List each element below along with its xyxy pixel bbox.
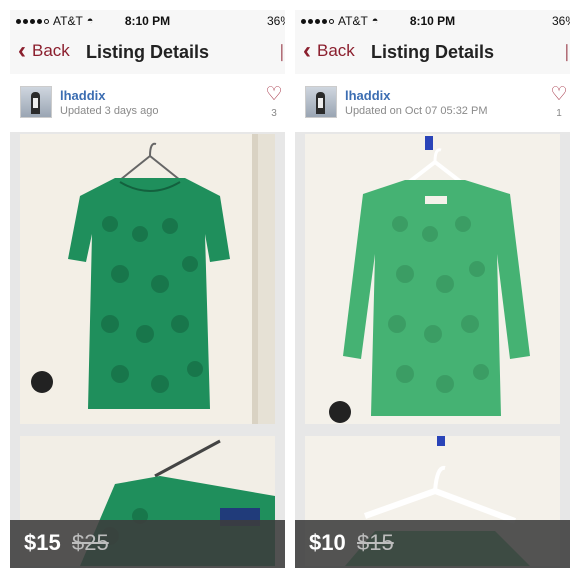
seller-username[interactable]: lhaddix [60, 88, 106, 103]
current-price: $10 [309, 530, 346, 555]
navigation-bar: ‹ Back Listing Details │ [295, 32, 570, 75]
seller-row[interactable]: lhaddix Updated 3 days ago ♡ 3 [10, 74, 285, 132]
nav-action-partial[interactable]: │ [278, 44, 285, 60]
battery-label: 36% [266, 14, 285, 28]
heart-icon: ♡ [265, 84, 283, 105]
listing-photo-main[interactable] [20, 134, 275, 424]
updated-timestamp: Updated on Oct 07 05:32 PM [345, 105, 488, 117]
heart-icon: ♡ [550, 84, 568, 105]
avatar[interactable] [20, 86, 52, 118]
like-button[interactable]: ♡ 1 [548, 84, 570, 119]
updated-timestamp: Updated 3 days ago [60, 105, 159, 117]
navigation-bar: ‹ Back Listing Details │ [10, 32, 285, 75]
page-title: Listing Details [85, 42, 210, 62]
original-price: $15 [357, 530, 394, 555]
original-price: $25 [72, 530, 109, 555]
battery-label: 36% [551, 14, 570, 28]
status-time: 8:10 PM [124, 14, 171, 28]
photo-gallery[interactable]: $15 $25 [10, 132, 285, 568]
status-bar: AT&T ◓ 8:10 PM 36% [10, 10, 285, 32]
seller-row[interactable]: lhaddix Updated on Oct 07 05:32 PM ♡ 1 [295, 74, 570, 132]
price-bar: $10 $15 [295, 520, 570, 568]
seller-username[interactable]: lhaddix [345, 88, 391, 103]
like-count: 3 [271, 108, 277, 119]
status-bar: AT&T ◓ 8:10 PM 36% [295, 10, 570, 32]
listing-photo-main[interactable] [305, 134, 560, 424]
nav-action-partial[interactable]: │ [563, 44, 570, 60]
like-button[interactable]: ♡ 3 [263, 84, 285, 119]
listing-screen-right: AT&T ◓ 8:10 PM 36% ‹ Back Listing Detail… [295, 10, 570, 568]
page-title: Listing Details [370, 42, 495, 62]
price-bar: $15 $25 [10, 520, 285, 568]
status-time: 8:10 PM [409, 14, 456, 28]
photo-gallery[interactable]: $10 $15 [295, 132, 570, 568]
avatar[interactable] [305, 86, 337, 118]
listing-screen-left: AT&T ◓ 8:10 PM 36% ‹ Back Listing Detail… [10, 10, 285, 568]
current-price: $15 [24, 530, 61, 555]
like-count: 1 [556, 108, 562, 119]
